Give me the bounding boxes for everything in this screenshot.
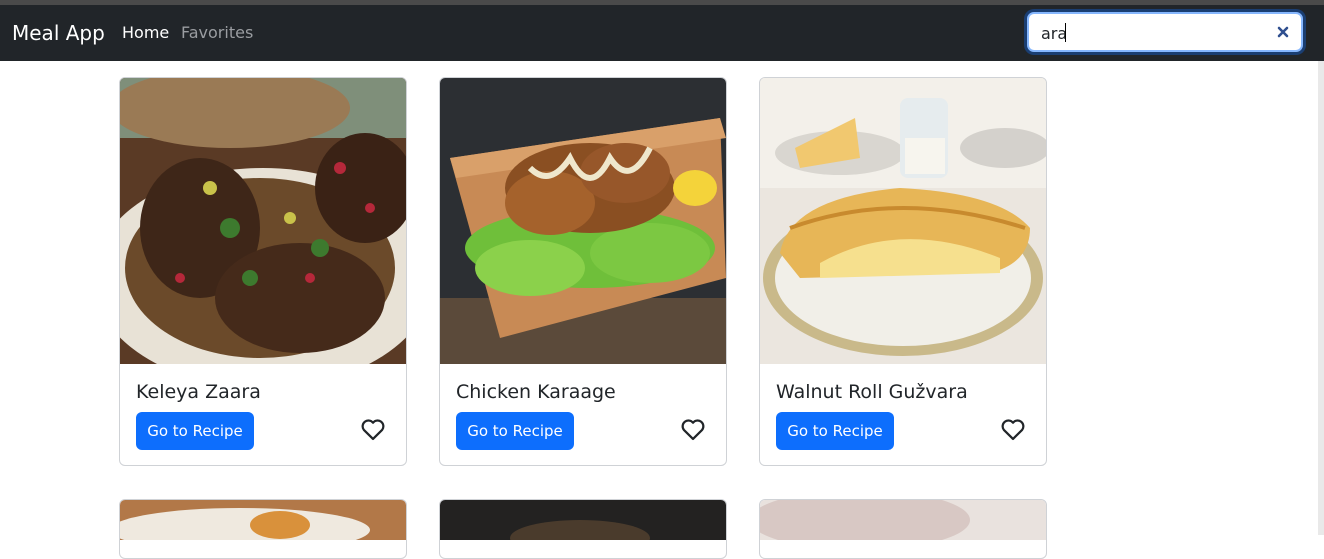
text-caret (1065, 23, 1066, 42)
meal-image (760, 78, 1046, 364)
meal-image (440, 500, 726, 556)
meal-card (759, 499, 1047, 559)
meal-card (119, 499, 407, 559)
meal-card: Walnut Roll Gužvara Go to Recipe (759, 77, 1047, 466)
nav-home-link[interactable]: Home (122, 23, 169, 43)
meal-image (120, 78, 406, 364)
go-to-recipe-button[interactable]: Go to Recipe (456, 412, 574, 450)
nav-favorites-link[interactable]: Favorites (181, 23, 253, 43)
meal-title: Chicken Karaage (456, 381, 616, 403)
go-to-recipe-button[interactable]: Go to Recipe (136, 412, 254, 450)
close-icon[interactable] (1273, 22, 1293, 42)
navbar: Meal App Home Favorites (0, 5, 1324, 61)
search-input[interactable] (1041, 22, 1261, 44)
page-scrollbar[interactable] (1318, 61, 1324, 535)
meal-image (440, 78, 726, 364)
search-box[interactable] (1027, 12, 1303, 52)
brand-logo[interactable]: Meal App (12, 20, 105, 46)
go-to-recipe-button[interactable]: Go to Recipe (776, 412, 894, 450)
heart-outline-icon[interactable] (679, 415, 707, 443)
meal-card (439, 499, 727, 559)
meal-card: Chicken Karaage Go to Recipe (439, 77, 727, 466)
meal-image (760, 500, 1046, 550)
meal-title: Keleya Zaara (136, 381, 261, 403)
heart-outline-icon[interactable] (999, 415, 1027, 443)
meal-image (120, 500, 406, 552)
meal-title: Walnut Roll Gužvara (776, 381, 968, 403)
heart-outline-icon[interactable] (359, 415, 387, 443)
meal-card: Keleya Zaara Go to Recipe (119, 77, 407, 466)
